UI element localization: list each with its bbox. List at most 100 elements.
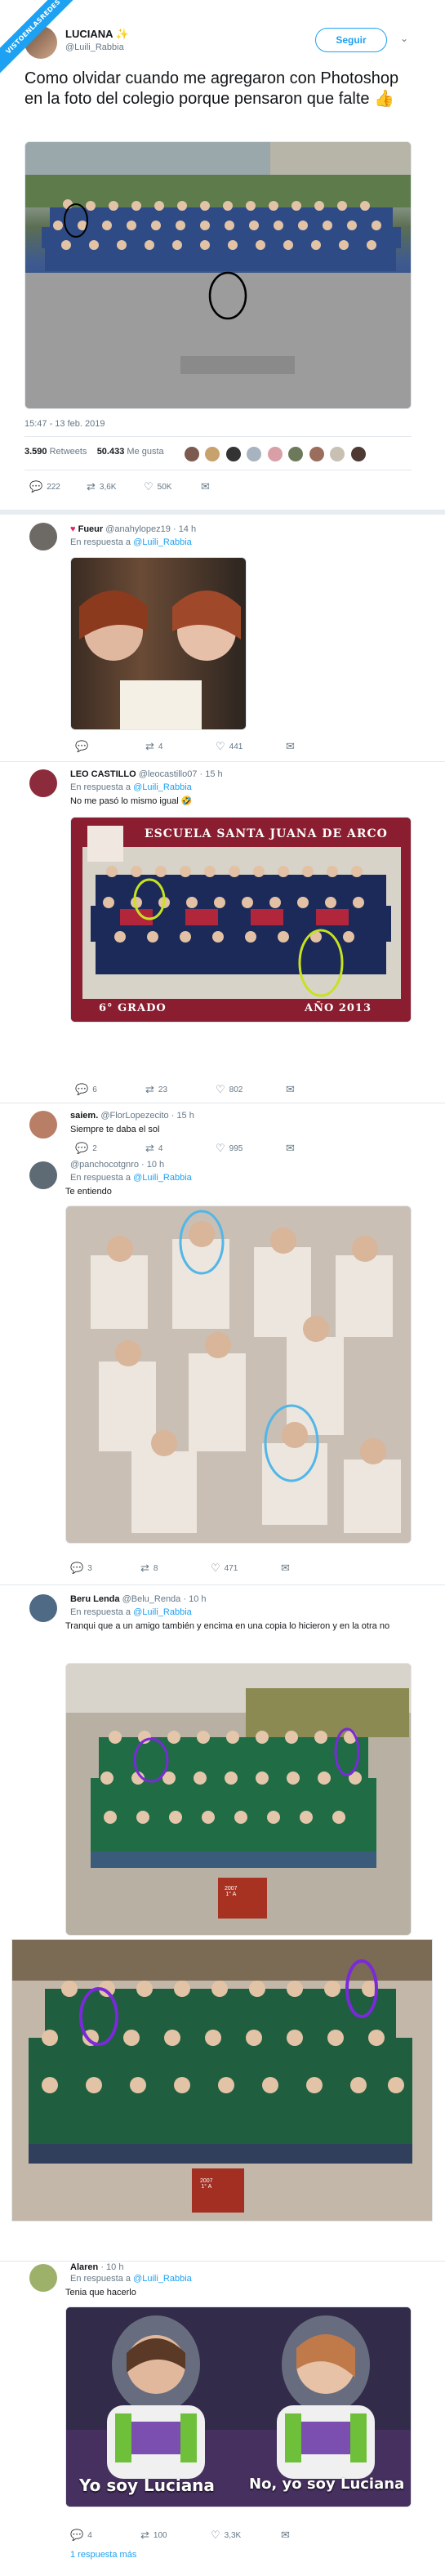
divider xyxy=(0,2261,445,2262)
dm-button[interactable]: ✉ xyxy=(286,1142,299,1155)
reply-time[interactable]: 14 h xyxy=(179,524,196,534)
heart-icon: ♡ xyxy=(211,1562,220,1574)
reply-header: Alaren · 10 h xyxy=(70,2262,123,2272)
reply-image[interactable]: ESCUELA SANTA JUANA DE ARCO 6° GRADO AÑO… xyxy=(70,817,412,1023)
more-replies-link[interactable]: 1 respuesta más xyxy=(70,2550,136,2560)
reply-time[interactable]: 15 h xyxy=(205,769,222,779)
like-button[interactable]: ♡ 50K xyxy=(144,480,201,493)
like-button[interactable]: ♡ 3,3K xyxy=(211,2529,281,2542)
reply-time[interactable]: 10 h xyxy=(189,1594,206,1604)
retweet-button[interactable]: ⇄ 8 xyxy=(140,1562,211,1575)
tweet-actions: 💬 222 ⇄ 3,6K ♡ 50K ✉ xyxy=(29,480,214,493)
dm-button[interactable]: ✉ xyxy=(286,740,299,753)
avatar[interactable] xyxy=(330,447,345,461)
author-name[interactable]: Fueur xyxy=(78,524,104,534)
reply-header: @panchocotgnro · 10 h xyxy=(70,1160,164,1170)
like-button[interactable]: ♡ 471 xyxy=(211,1562,281,1575)
in-reply-handle[interactable]: @Luili_Rabbia xyxy=(133,782,192,792)
dm-button[interactable]: ✉ xyxy=(286,1083,299,1096)
reply-count: 4 xyxy=(87,2530,92,2540)
author-name[interactable]: saiem. xyxy=(70,1111,98,1121)
avatar[interactable] xyxy=(29,769,57,797)
tweet-timestamp[interactable]: 15:47 - 13 feb. 2019 xyxy=(24,419,105,429)
reply-button[interactable]: 💬 222 xyxy=(29,480,87,493)
like-button[interactable]: ♡ 441 xyxy=(216,740,286,753)
reply-header: LEO CASTILLO @leocastillo07 · 15 h xyxy=(70,769,223,779)
reply-image[interactable]: 2007 1° A xyxy=(65,1663,412,1936)
reply-time[interactable]: 10 h xyxy=(147,1160,164,1170)
chevron-down-icon[interactable]: ⌄ xyxy=(400,33,408,44)
reply-image[interactable] xyxy=(70,557,247,730)
retweets-label[interactable]: Retweets xyxy=(50,447,87,457)
author-name[interactable]: Alaren xyxy=(70,2262,98,2272)
likes-label[interactable]: Me gusta xyxy=(127,447,163,457)
heart-icon: ♡ xyxy=(216,740,225,752)
author-handle[interactable]: @Luili_Rabbia xyxy=(65,42,124,52)
in-reply-handle[interactable]: @Luili_Rabbia xyxy=(133,537,192,547)
author-handle[interactable]: @panchocotgnro xyxy=(70,1160,139,1170)
meme-caption-left: Yo soy Luciana xyxy=(79,2476,215,2495)
retweet-button[interactable]: ⇄ 23 xyxy=(145,1083,216,1096)
follow-button[interactable]: Seguir xyxy=(315,28,387,52)
author-handle[interactable]: @leocastillo07 xyxy=(139,769,198,779)
avatar[interactable] xyxy=(29,2264,57,2292)
like-button[interactable]: ♡ 995 xyxy=(216,1142,286,1155)
avatar[interactable] xyxy=(29,1161,57,1189)
in-reply-handle[interactable]: @Luili_Rabbia xyxy=(133,1173,192,1183)
retweet-button[interactable]: ⇄ 3,6K xyxy=(87,480,144,493)
reply-button[interactable]: 💬 3 xyxy=(70,1562,140,1575)
dm-button[interactable]: ✉ xyxy=(281,1562,294,1575)
avatar[interactable] xyxy=(29,1594,57,1622)
reply-text: No me pasó lo mismo igual 🤣 xyxy=(70,796,193,806)
class-photo-illustration xyxy=(66,1206,411,1543)
avatar[interactable] xyxy=(267,447,283,461)
tweet-photo[interactable] xyxy=(24,141,412,409)
avatar[interactable] xyxy=(247,447,262,461)
avatar[interactable] xyxy=(205,447,220,461)
author-name[interactable]: Beru Lenda xyxy=(70,1594,120,1604)
reply-button[interactable]: 💬 4 xyxy=(70,2529,140,2542)
author-handle[interactable]: @FlorLopezecito xyxy=(100,1111,168,1121)
retweet-icon: ⇄ xyxy=(145,1142,154,1154)
reply-image[interactable] xyxy=(65,1206,412,1544)
reply-time[interactable]: 15 h xyxy=(176,1111,194,1121)
dm-button[interactable]: ✉ xyxy=(281,2529,294,2542)
heart-icon: ♡ xyxy=(216,1142,225,1154)
avatar[interactable] xyxy=(309,447,324,461)
author-name[interactable]: LEO CASTILLO xyxy=(70,769,136,779)
retweet-count: 4 xyxy=(158,1143,163,1153)
in-reply-prefix: En respuesta a xyxy=(70,2274,131,2284)
class-sign: 2007 1° A xyxy=(200,2178,213,2190)
like-count: 3,3K xyxy=(224,2530,242,2540)
in-reply-handle[interactable]: @Luili_Rabbia xyxy=(133,1607,192,1617)
author-name-text[interactable]: LUCIANA xyxy=(65,28,113,40)
like-count: 471 xyxy=(224,1563,238,1573)
retweet-button[interactable]: ⇄ 4 xyxy=(145,740,216,753)
reply-image[interactable]: Yo soy Luciana No, yo soy Luciana xyxy=(65,2306,412,2507)
author-handle[interactable]: @Belu_Renda xyxy=(122,1594,181,1604)
reply-button[interactable]: 💬 6 xyxy=(75,1083,145,1096)
heart-icon: ♥ xyxy=(70,524,76,534)
retweets-count[interactable]: 3.590 xyxy=(24,447,47,457)
likes-count[interactable]: 50.433 xyxy=(97,447,125,457)
avatar[interactable] xyxy=(288,447,304,461)
dm-button[interactable]: ✉ xyxy=(201,480,214,493)
class-photo-illustration xyxy=(25,142,411,408)
retweet-button[interactable]: ⇄ 4 xyxy=(145,1142,216,1155)
reply-time[interactable]: 10 h xyxy=(106,2262,123,2272)
like-button[interactable]: ♡ 802 xyxy=(216,1083,286,1096)
avatar[interactable] xyxy=(29,523,57,550)
reply-icon: 💬 xyxy=(70,2529,84,2541)
reply-button[interactable]: 💬 xyxy=(75,740,145,753)
avatar[interactable] xyxy=(225,447,241,461)
avatar[interactable] xyxy=(350,447,366,461)
avatar[interactable] xyxy=(185,447,199,461)
avatar[interactable] xyxy=(29,1111,57,1139)
retweet-button[interactable]: ⇄ 100 xyxy=(140,2529,211,2542)
author-name[interactable]: LUCIANA ✨ xyxy=(65,28,129,41)
reply-button[interactable]: 💬 2 xyxy=(75,1142,145,1155)
heart-icon: ♡ xyxy=(144,480,154,492)
in-reply-handle[interactable]: @Luili_Rabbia xyxy=(133,2274,192,2284)
author-handle[interactable]: @anahylopez19 xyxy=(105,524,171,534)
reply-image[interactable]: 2007 1° A xyxy=(11,1939,433,2222)
